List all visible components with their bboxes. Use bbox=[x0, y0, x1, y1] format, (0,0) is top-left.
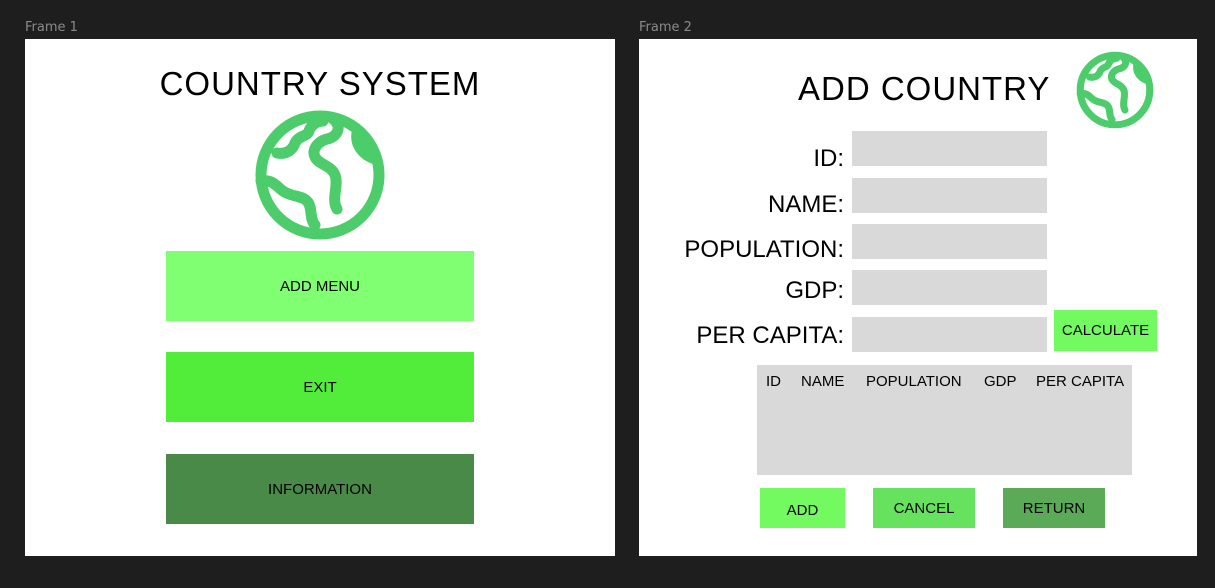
add-button[interactable]: ADD bbox=[760, 488, 845, 528]
globe-icon bbox=[255, 110, 385, 240]
page-title: ADD COUNTRY bbox=[798, 70, 1051, 107]
frame-1-label: Frame 1 bbox=[25, 20, 78, 35]
country-table: ID NAME POPULATION GDP PER CAPITA bbox=[757, 365, 1132, 475]
calculate-button[interactable]: CALCULATE bbox=[1054, 310, 1157, 351]
exit-button[interactable]: EXIT bbox=[166, 352, 474, 422]
per-capita-input[interactable] bbox=[852, 317, 1047, 352]
gdp-label: GDP: bbox=[785, 277, 844, 304]
cancel-button[interactable]: CANCEL bbox=[873, 488, 975, 528]
information-button[interactable]: INFORMATION bbox=[166, 454, 474, 524]
name-label: NAME: bbox=[767, 191, 844, 218]
main-menu-frame: COUNTRY SYSTEM ADD MENU EXIT INFORMATION bbox=[25, 39, 615, 556]
population-label: POPULATION: bbox=[684, 236, 844, 263]
table-header-gdp: GDP bbox=[984, 373, 1017, 390]
page-title: COUNTRY SYSTEM bbox=[159, 65, 481, 102]
table-header-id: ID bbox=[766, 373, 781, 390]
add-country-frame: ADD COUNTRY ID: NAME: POPULATION: GDP: P… bbox=[639, 39, 1197, 556]
globe-icon bbox=[1076, 51, 1154, 129]
table-header-per-capita: PER CAPITA bbox=[1036, 373, 1125, 390]
name-input[interactable] bbox=[852, 178, 1047, 213]
table-header-name: NAME bbox=[801, 373, 845, 390]
population-input[interactable] bbox=[852, 224, 1047, 259]
id-label: ID: bbox=[813, 145, 844, 172]
add-menu-button[interactable]: ADD MENU bbox=[166, 251, 474, 321]
frame-2-label: Frame 2 bbox=[639, 20, 692, 35]
per-capita-label: PER CAPITA: bbox=[696, 322, 844, 349]
table-header-population: POPULATION bbox=[866, 373, 962, 390]
return-button[interactable]: RETURN bbox=[1003, 488, 1105, 528]
gdp-input[interactable] bbox=[852, 270, 1047, 305]
id-input[interactable] bbox=[852, 131, 1047, 166]
